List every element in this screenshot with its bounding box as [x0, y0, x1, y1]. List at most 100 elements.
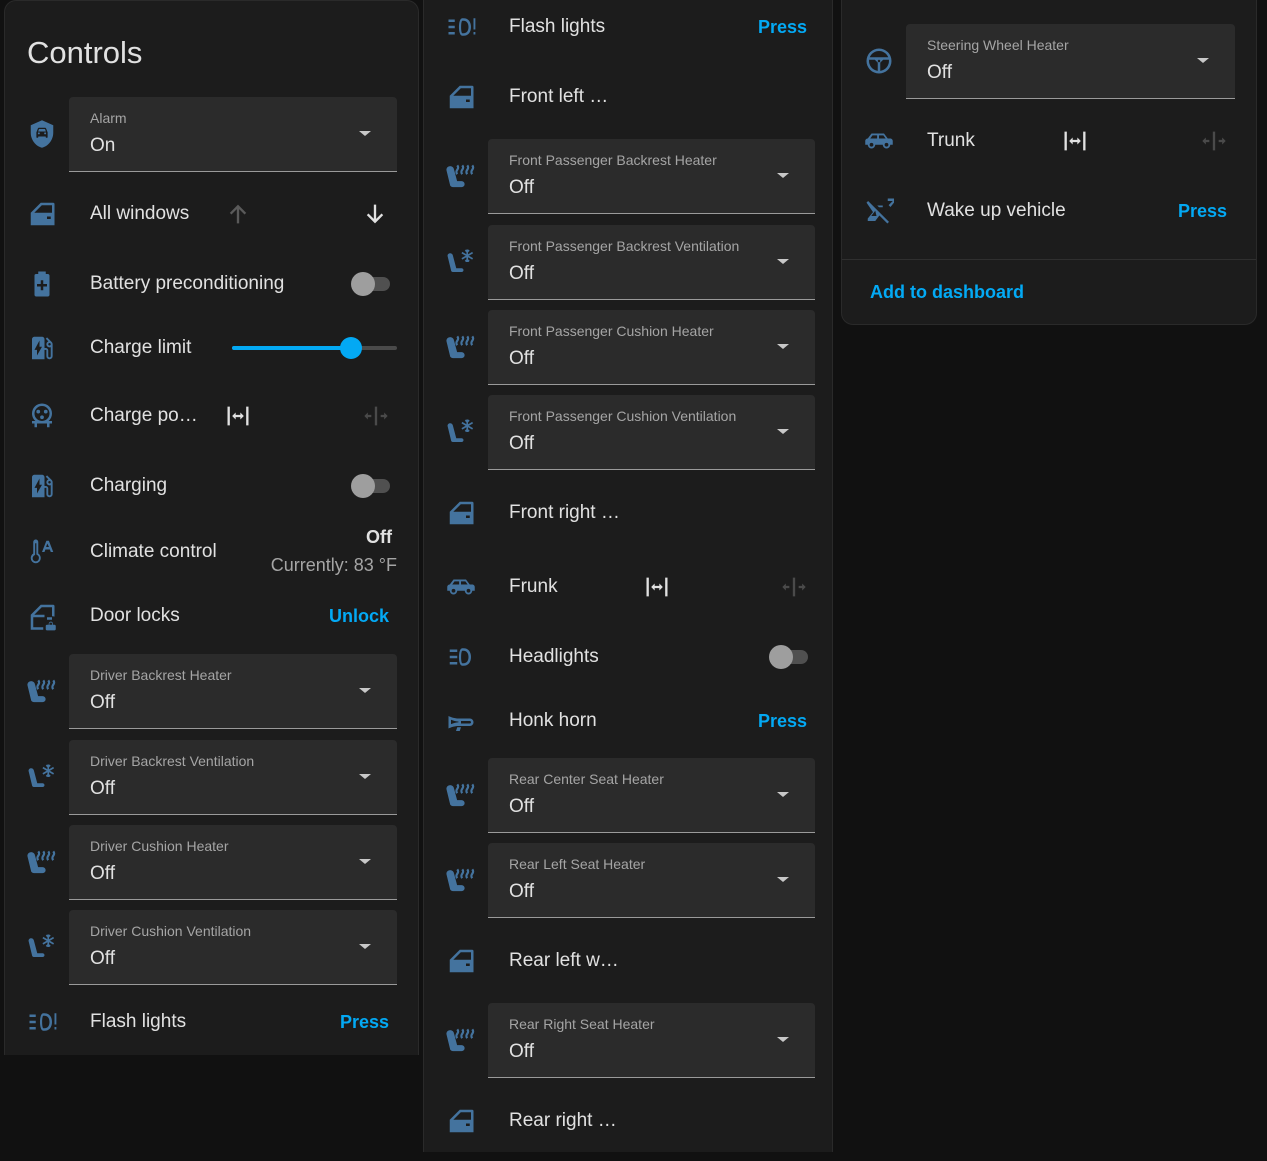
caret-down-icon: [359, 944, 371, 949]
flash-lights-press-button[interactable]: Press: [340, 1012, 389, 1033]
car-light-alert-icon: [25, 1005, 59, 1039]
select-value: Off: [90, 692, 115, 713]
seat-vent-icon: [25, 930, 59, 964]
row-wake-up-vehicle: Wake up vehicle Press: [842, 194, 1256, 228]
charging-toggle[interactable]: [351, 474, 390, 498]
controls-card-col3: Steering Wheel Heater Off Trunk Wake up …: [841, 0, 1257, 325]
alarm-select[interactable]: Alarm On: [69, 97, 397, 172]
steering-wheel-heater-select[interactable]: Steering Wheel Heater Off: [906, 24, 1235, 99]
rear-left-seat-heater-select[interactable]: Rear Left Seat Heater Off: [488, 843, 815, 918]
seat-vent-icon: [25, 760, 59, 794]
row-honk-horn: Honk horn Press: [424, 704, 832, 738]
door-icon: [444, 80, 478, 114]
driver-cushion-ventilation-select[interactable]: Driver Cushion Ventilation Off: [69, 910, 397, 985]
open-button[interactable]: [1059, 125, 1091, 157]
row-climate-control[interactable]: Climate control Off Currently: 83 °F: [5, 525, 418, 581]
toggle-knob: [769, 645, 793, 669]
row-charge-port: Charge po…: [5, 399, 418, 433]
card-title: Controls: [27, 35, 143, 70]
honk-horn-press-button[interactable]: Press: [758, 711, 807, 732]
ev-station-icon: [25, 469, 59, 503]
select-label: Rear Center Seat Heater: [509, 771, 664, 787]
close-button[interactable]: [778, 571, 810, 603]
shield-car-icon: [25, 117, 59, 151]
charge-limit-slider[interactable]: [232, 337, 397, 359]
unlock-button[interactable]: Unlock: [329, 606, 389, 627]
steering-wheel-icon: [862, 44, 896, 78]
select-label: Driver Backrest Ventilation: [90, 753, 255, 769]
row-fp-cushion-ventilation: Front Passenger Cushion Ventilation Off: [424, 395, 832, 470]
row-all-windows: All windows: [5, 197, 418, 231]
headlights-label: Headlights: [509, 646, 599, 667]
fp-backrest-heater-select[interactable]: Front Passenger Backrest Heater Off: [488, 139, 815, 214]
seat-vent-icon: [444, 415, 478, 449]
slider-fill: [232, 346, 351, 350]
rear-center-seat-heater-select[interactable]: Rear Center Seat Heater Off: [488, 758, 815, 833]
caret-down-icon: [777, 173, 789, 178]
battery-preconditioning-label: Battery preconditioning: [90, 273, 285, 294]
close-button[interactable]: [1198, 125, 1230, 157]
open-button[interactable]: [222, 400, 254, 432]
select-value: Off: [509, 1041, 534, 1062]
row-front-right-window[interactable]: Front right …: [424, 496, 832, 530]
row-driver-cushion-ventilation: Driver Cushion Ventilation Off: [5, 910, 418, 985]
seat-heat-icon: [25, 845, 59, 879]
card-actions-divider: [842, 259, 1256, 260]
driver-cushion-heater-select[interactable]: Driver Cushion Heater Off: [69, 825, 397, 900]
all-windows-label: All windows: [90, 203, 190, 224]
row-rear-left-seat-heater: Rear Left Seat Heater Off: [424, 843, 832, 918]
row-door-locks: Door locks Unlock: [5, 599, 418, 633]
select-label: Front Passenger Cushion Ventilation: [509, 408, 737, 424]
select-label: Front Passenger Cushion Heater: [509, 323, 714, 339]
car-door-lock-icon: [25, 599, 59, 633]
flash-lights-label: Flash lights: [509, 16, 606, 37]
window-down-button[interactable]: [359, 198, 391, 230]
fp-cushion-heater-select[interactable]: Front Passenger Cushion Heater Off: [488, 310, 815, 385]
seat-heat-icon: [444, 863, 478, 897]
row-flash-lights: Flash lights Press: [424, 10, 832, 44]
wake-up-press-button[interactable]: Press: [1178, 201, 1227, 222]
headlights-toggle[interactable]: [769, 645, 808, 669]
flash-lights-press-button[interactable]: Press: [758, 17, 807, 38]
add-to-dashboard-button[interactable]: Add to dashboard: [870, 282, 1024, 303]
fp-backrest-ventilation-select[interactable]: Front Passenger Backrest Ventilation Off: [488, 225, 815, 300]
sleep-off-icon: [862, 194, 896, 228]
seat-heat-icon: [25, 674, 59, 708]
open-button[interactable]: [641, 571, 673, 603]
row-rear-right-window[interactable]: Rear right …: [424, 1104, 832, 1138]
rear-right-seat-heater-select[interactable]: Rear Right Seat Heater Off: [488, 1003, 815, 1078]
battery-plus-icon: [25, 267, 59, 301]
rear-left-window-label: Rear left w…: [509, 950, 619, 971]
caret-down-icon: [777, 877, 789, 882]
row-battery-preconditioning: Battery preconditioning: [5, 267, 418, 301]
charge-port-label: Charge po…: [90, 405, 198, 426]
seat-heat-icon: [444, 330, 478, 364]
row-driver-cushion-heater: Driver Cushion Heater Off: [5, 825, 418, 900]
charge-limit-label: Charge limit: [90, 337, 192, 358]
ev-station-icon: [25, 331, 59, 365]
slider-thumb[interactable]: [339, 337, 362, 359]
horn-icon: [444, 704, 478, 738]
select-value: Off: [90, 863, 115, 884]
row-headlights: Headlights: [424, 640, 832, 674]
close-button[interactable]: [360, 400, 392, 432]
row-front-left-window[interactable]: Front left …: [424, 80, 832, 114]
caret-down-icon: [777, 259, 789, 264]
climate-current-temp: Currently: 83 °F: [270, 555, 397, 575]
select-value: Off: [927, 62, 952, 83]
select-label: Rear Left Seat Heater: [509, 856, 646, 872]
row-rear-left-window[interactable]: Rear left w…: [424, 944, 832, 978]
controls-card-col1: Controls Alarm On All windows Battery pr…: [4, 0, 419, 1055]
driver-backrest-heater-select[interactable]: Driver Backrest Heater Off: [69, 654, 397, 729]
driver-backrest-ventilation-select[interactable]: Driver Backrest Ventilation Off: [69, 740, 397, 815]
select-value: Off: [509, 348, 534, 369]
select-label: Steering Wheel Heater: [927, 37, 1069, 53]
front-left-label: Front left …: [509, 86, 609, 107]
fp-cushion-ventilation-select[interactable]: Front Passenger Cushion Ventilation Off: [488, 395, 815, 470]
window-up-button[interactable]: [222, 198, 254, 230]
battery-preconditioning-toggle[interactable]: [351, 272, 390, 296]
select-value: Off: [90, 948, 115, 969]
climate-state: Off: [366, 527, 392, 547]
toggle-knob: [351, 272, 375, 296]
front-right-label: Front right …: [509, 502, 620, 523]
